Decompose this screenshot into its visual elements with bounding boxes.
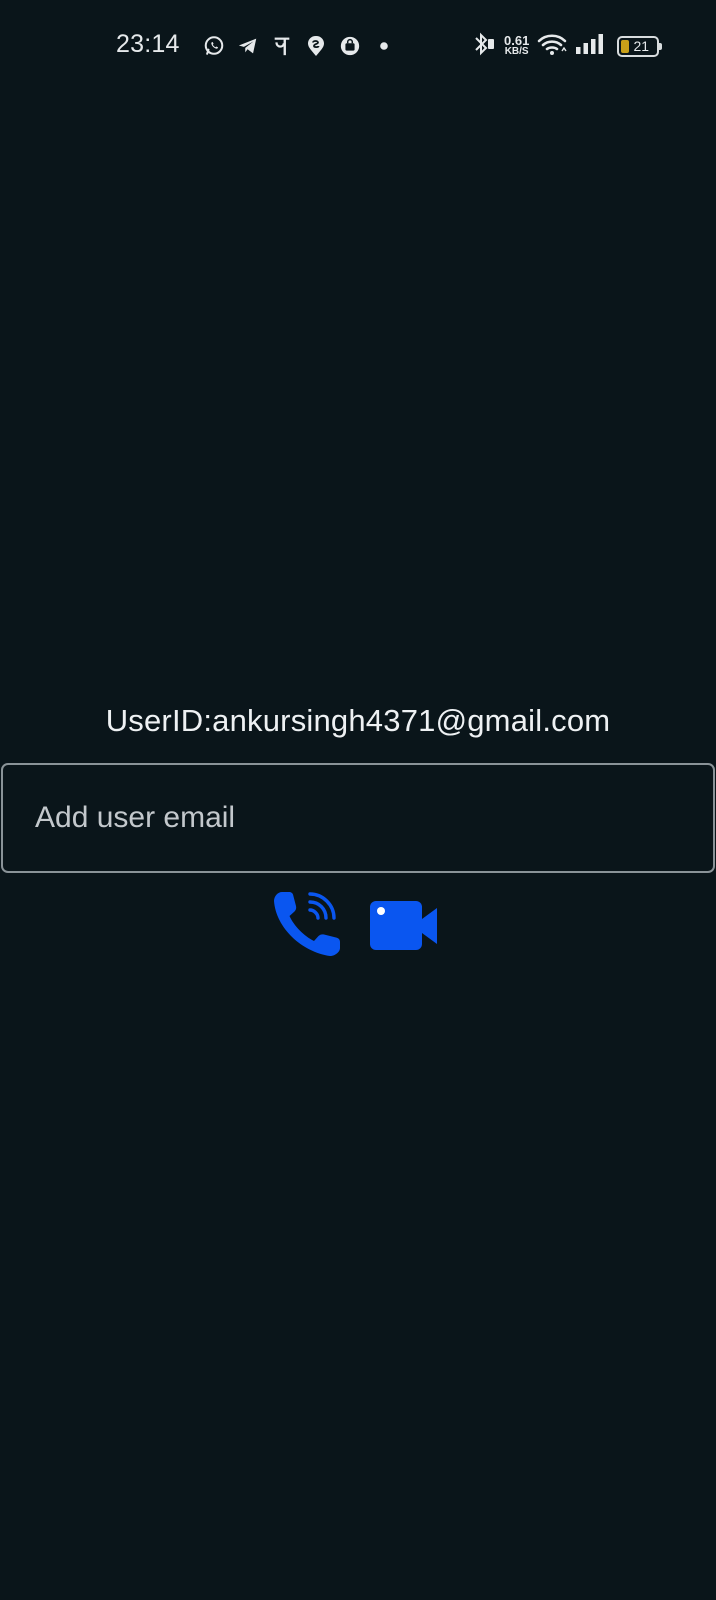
shopping-bag-icon: [338, 34, 362, 58]
network-speed-value: 0.61: [504, 33, 530, 48]
telegram-icon: [236, 34, 260, 58]
network-speed: 0.61 KB/S: [504, 33, 530, 57]
network-speed-unit: KB/S: [504, 46, 529, 57]
swiggy-icon: [304, 34, 328, 58]
call-actions: [0, 888, 716, 962]
video-camera-icon: [366, 901, 440, 965]
whatsapp-icon: [202, 34, 226, 58]
system-status-icons: 0.61 KB/S 21: [472, 31, 663, 62]
wifi-icon: [537, 32, 567, 61]
notification-icons: [202, 33, 396, 59]
status-time: 23:14: [116, 30, 180, 58]
battery-icon: 21: [617, 35, 663, 57]
status-bar: 23:14 0.61 KB/S 21: [0, 0, 716, 92]
voice-call-button[interactable]: [271, 888, 345, 962]
phone-call-icon: [272, 892, 344, 963]
add-user-email-input[interactable]: [1, 763, 715, 873]
bluetooth-icon: [472, 31, 496, 62]
signal-icon: [575, 33, 605, 60]
user-id-label: UserID:ankursingh4371@gmail.com: [105, 703, 611, 738]
video-call-button[interactable]: [366, 888, 440, 962]
battery-level: 21: [633, 37, 650, 54]
notification-dot-icon: [372, 34, 396, 58]
phonepe-icon: [270, 34, 294, 58]
app-screen: 23:14 0.61 KB/S 21 UserID:ankursingh4371…: [0, 0, 716, 1600]
